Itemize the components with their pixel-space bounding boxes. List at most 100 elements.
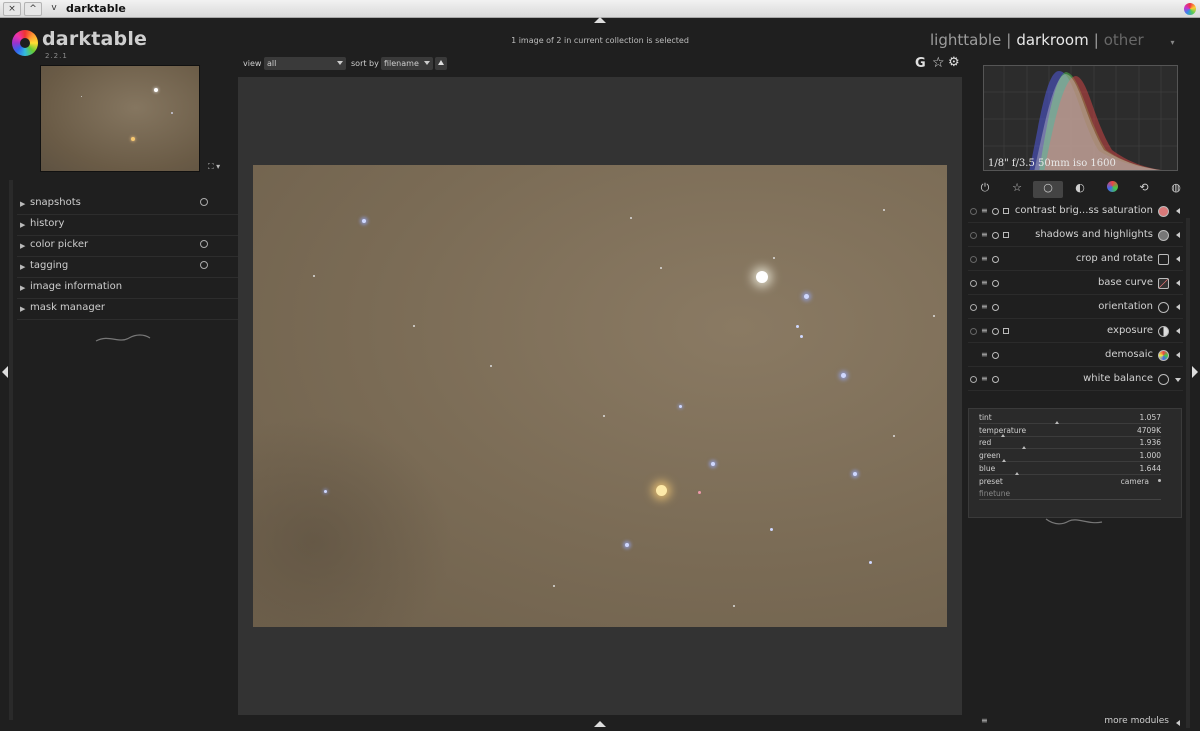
module-reset-icon[interactable] — [992, 256, 999, 263]
overlay-star-icon[interactable]: ☆ — [932, 55, 945, 71]
slider-thumb[interactable] — [1001, 434, 1005, 437]
collapse-left-panel-icon[interactable] — [2, 366, 8, 378]
multi-instance-icon[interactable]: ≡ — [981, 206, 988, 215]
center-view — [238, 77, 962, 715]
sort-ascending-icon — [438, 60, 444, 65]
ball-icon[interactable]: ◍ — [1161, 181, 1191, 198]
right-panel-scrollbar[interactable] — [1186, 218, 1190, 728]
navigation-thumbnail[interactable] — [40, 65, 200, 172]
module-white-balance[interactable]: ≡ white balance — [968, 369, 1183, 391]
left-panel: ⛶ ▾ ▶ snapshots ▶ history ▶ color picker… — [8, 62, 239, 722]
module-mask-manager[interactable]: ▶ mask manager — [17, 299, 239, 320]
chevron-up-icon: ^ — [29, 4, 37, 14]
module-history[interactable]: ▶ history — [17, 215, 239, 236]
preset-icon[interactable] — [200, 240, 208, 248]
module-power-icon[interactable] — [970, 376, 977, 383]
module-power-icon[interactable] — [970, 280, 977, 287]
module-reset-icon[interactable] — [992, 352, 999, 359]
module-reset-icon[interactable] — [992, 328, 999, 335]
module-power-icon[interactable] — [970, 328, 977, 335]
module-reset-icon[interactable] — [992, 304, 999, 311]
demosaic-module-icon — [1158, 350, 1169, 361]
collapse-right-panel-icon[interactable] — [1192, 366, 1198, 378]
multi-instance-icon[interactable]: ≡ — [981, 230, 988, 239]
module-power-icon[interactable] — [970, 208, 977, 215]
module-demosaic[interactable]: ≡ demosaic — [968, 345, 1183, 367]
module-presets-icon[interactable] — [1003, 232, 1009, 238]
preset-combobox[interactable]: preset camera — [979, 477, 1161, 489]
slider-red[interactable]: red 1.936 — [979, 438, 1161, 450]
sort-select[interactable]: filename — [381, 57, 433, 70]
expand-arrow-icon — [1176, 328, 1180, 334]
slider-thumb[interactable] — [1055, 421, 1059, 424]
multi-instance-icon[interactable]: ≡ — [981, 302, 988, 311]
preset-icon[interactable] — [200, 198, 208, 206]
swap-icon[interactable]: ⟲ — [1129, 181, 1159, 198]
expand-arrow-icon: ▶ — [20, 242, 26, 250]
module-power-icon[interactable] — [970, 304, 977, 311]
module-crop-and-rotate[interactable]: ≡ crop and rotate — [968, 249, 1183, 271]
star-icon[interactable]: ☆ — [1002, 181, 1032, 198]
halfcircle-icon[interactable]: ◐ — [1065, 181, 1095, 198]
multi-instance-icon[interactable]: ≡ — [981, 350, 988, 359]
slider-thumb[interactable] — [1002, 459, 1006, 462]
sort-order-button[interactable] — [435, 57, 447, 70]
module-presets-icon[interactable] — [1003, 208, 1009, 214]
module-presets-icon[interactable] — [1003, 328, 1009, 334]
maximize-window-button[interactable]: ^ — [24, 2, 42, 16]
circle-icon[interactable]: ○ — [1033, 181, 1063, 198]
close-window-button[interactable]: × — [3, 2, 21, 16]
contrast-module-icon — [1158, 206, 1169, 217]
multi-instance-icon[interactable]: ≡ — [981, 374, 988, 383]
module-snapshots[interactable]: ▶ snapshots — [17, 194, 239, 215]
view-filter-select[interactable]: all — [264, 57, 346, 70]
power-icon[interactable]: ⏻ — [970, 181, 1000, 198]
minimize-window-button[interactable]: v — [45, 2, 63, 16]
view-darkroom[interactable]: darkroom — [1016, 31, 1088, 49]
multi-instance-icon[interactable]: ≡ — [981, 278, 988, 287]
module-reset-icon[interactable] — [992, 280, 999, 287]
more-modules-button[interactable]: ≡ more modules — [968, 715, 1183, 731]
preset-icon[interactable] — [200, 261, 208, 269]
color-icon[interactable] — [1097, 181, 1127, 198]
view-filter-label: view — [243, 59, 262, 68]
preferences-gear-icon[interactable]: ⚙ — [948, 55, 960, 70]
collapse-bottom-panel-icon[interactable] — [594, 721, 606, 727]
edited-photo[interactable] — [253, 165, 947, 627]
module-reset-icon[interactable] — [992, 376, 999, 383]
slider-green[interactable]: green 1.000 — [979, 451, 1161, 463]
slider-finetune[interactable]: finetune — [979, 489, 1161, 501]
module-base-curve[interactable]: ≡ base curve — [968, 273, 1183, 295]
slider-thumb[interactable] — [1022, 446, 1026, 449]
view-menu-chevron-icon[interactable]: ▾ — [1171, 38, 1175, 47]
module-contrast-brightness-saturation[interactable]: ≡ contrast brig...ss saturation — [968, 201, 1183, 223]
navigation-zoom-selector[interactable]: ⛶ ▾ — [208, 162, 220, 172]
multi-instance-icon[interactable]: ≡ — [981, 254, 988, 263]
histogram-graph — [984, 66, 1177, 170]
module-orientation[interactable]: ≡ orientation — [968, 297, 1183, 319]
view-lighttable[interactable]: lighttable — [930, 31, 1001, 49]
module-reset-icon[interactable] — [992, 232, 999, 239]
module-power-icon[interactable] — [970, 232, 977, 239]
view-other[interactable]: other — [1104, 31, 1144, 49]
module-color-picker[interactable]: ▶ color picker — [17, 236, 239, 257]
slider-tint[interactable]: tint 1.057 — [979, 413, 1161, 425]
histogram[interactable]: 1/8" f/3.5 50mm iso 1600 — [983, 65, 1178, 171]
slider-temperature[interactable]: temperature 4709K — [979, 426, 1161, 438]
exposure-module-icon — [1158, 326, 1169, 337]
curve-module-icon — [1158, 278, 1169, 289]
left-panel-scrollbar[interactable] — [9, 180, 13, 720]
expand-arrow-icon — [1176, 232, 1180, 238]
expand-arrow-icon: ▶ — [20, 200, 26, 208]
module-shadows-and-highlights[interactable]: ≡ shadows and highlights — [968, 225, 1183, 247]
module-reset-icon[interactable] — [992, 208, 999, 215]
module-power-icon[interactable] — [970, 256, 977, 263]
grouping-button[interactable]: G — [915, 56, 926, 71]
slider-thumb[interactable] — [1015, 472, 1019, 475]
module-image-information[interactable]: ▶ image information — [17, 278, 239, 299]
module-tagging[interactable]: ▶ tagging — [17, 257, 239, 278]
module-exposure[interactable]: ≡ exposure — [968, 321, 1183, 343]
collapse-top-panel-icon[interactable] — [594, 17, 606, 23]
slider-blue[interactable]: blue 1.644 — [979, 464, 1161, 476]
multi-instance-icon[interactable]: ≡ — [981, 326, 988, 335]
